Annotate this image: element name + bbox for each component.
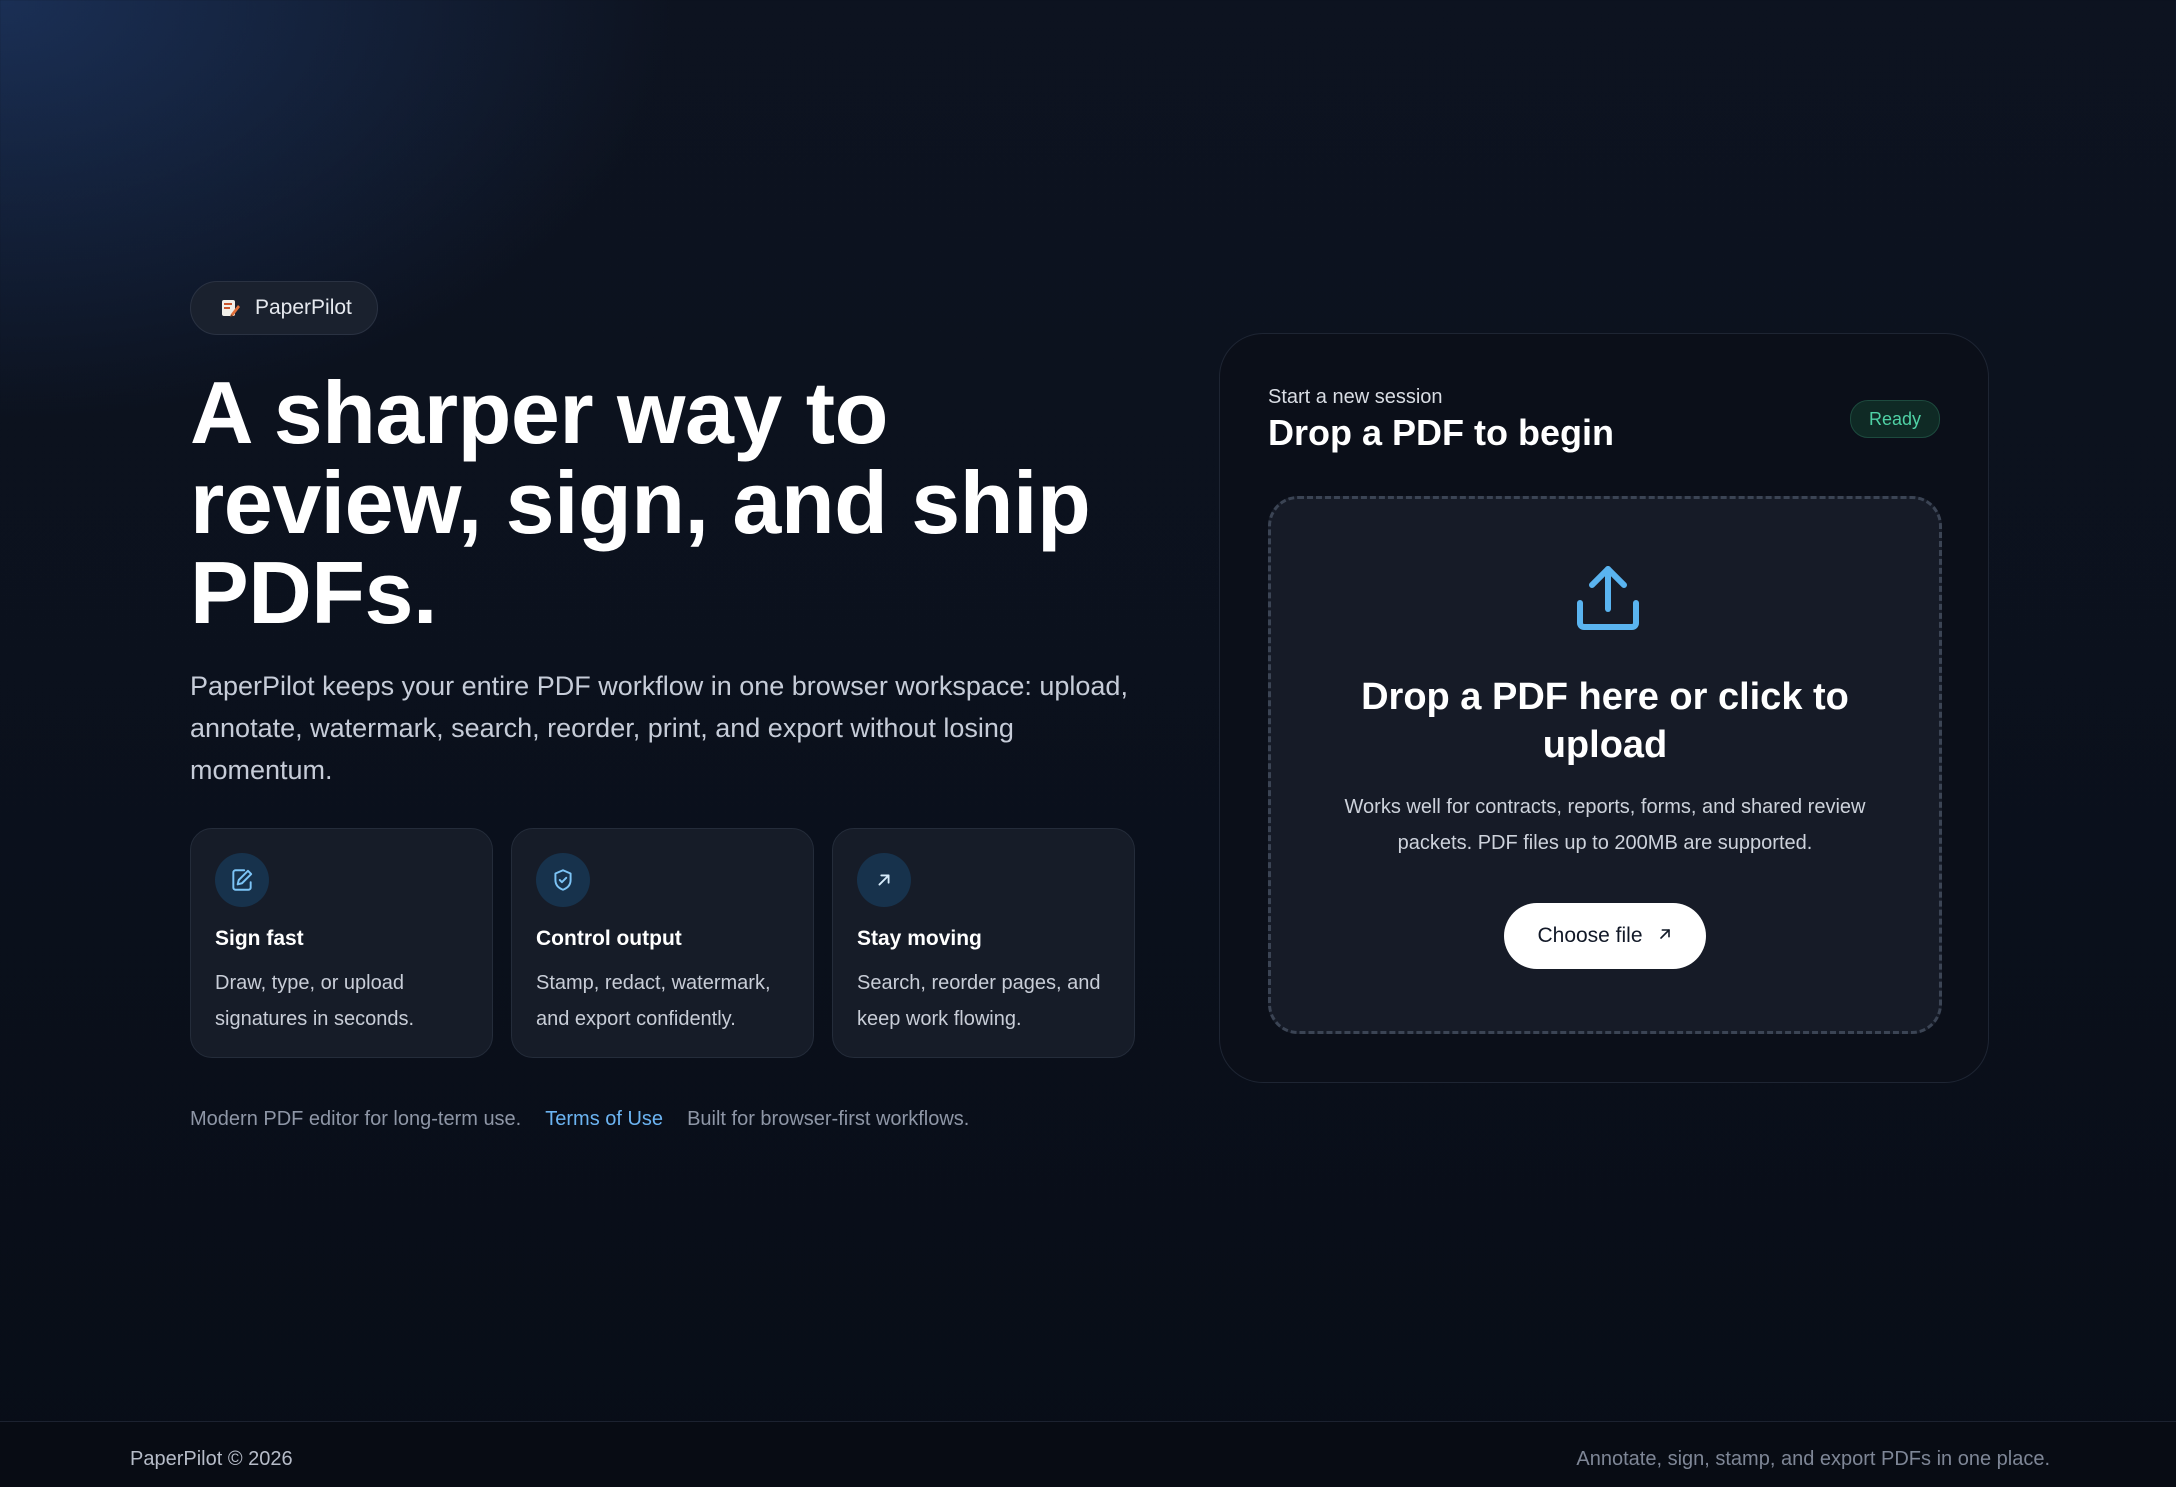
card-title: Drop a PDF to begin — [1268, 412, 1614, 453]
card-eyebrow: Start a new session — [1268, 386, 1443, 408]
hero-footnote: Modern PDF editor for long-term use. Ter… — [190, 1108, 969, 1131]
feature-card-stay-moving: Stay moving Search, reorder pages, and k… — [832, 828, 1135, 1058]
drop-zone-title: Drop a PDF here or click to upload — [1361, 676, 1849, 766]
status-badge: Ready — [1849, 400, 1940, 438]
signature-edit-icon — [215, 853, 269, 907]
terms-of-use-link[interactable]: Terms of Use — [545, 1108, 663, 1131]
hero-title: A sharper way to review, sign, and ship … — [190, 363, 1091, 642]
feature-text: Search, reorder pages, and keep work flo… — [857, 972, 1101, 1030]
paperpilot-logo-icon — [219, 297, 241, 319]
pdf-drop-zone[interactable]: Drop a PDF here or click to upload Works… — [1268, 496, 1942, 1034]
feature-text: Stamp, redact, watermark, and export con… — [536, 972, 771, 1030]
feature-card-control-output: Control output Stamp, redact, watermark,… — [511, 828, 814, 1058]
hero-description: PaperPilot keeps your entire PDF workflo… — [190, 671, 1128, 785]
feature-card-sign-fast: Sign fast Draw, type, or upload signatur… — [190, 828, 493, 1058]
footnote-text: Built for browser-first workflows. — [687, 1108, 970, 1130]
feature-text: Draw, type, or upload signatures in seco… — [215, 972, 415, 1030]
upload-icon — [1568, 559, 1648, 639]
brand-name: PaperPilot — [255, 296, 352, 319]
feature-title: Stay moving — [857, 927, 982, 950]
footnote-text: Modern PDF editor for long-term use. — [190, 1108, 522, 1130]
arrow-up-right-icon — [857, 853, 911, 907]
footer-tagline: Annotate, sign, stamp, and export PDFs i… — [1576, 1448, 2050, 1470]
drop-zone-description: Works well for contracts, reports, forms… — [1344, 796, 1866, 854]
arrow-up-right-icon — [1657, 924, 1673, 948]
feature-list: Sign fast Draw, type, or upload signatur… — [190, 828, 1135, 1058]
site-footer: PaperPilot © 2026 Annotate, sign, stamp,… — [0, 1421, 2176, 1487]
upload-card: Start a new session Drop a PDF to begin … — [1219, 333, 1989, 1083]
feature-title: Sign fast — [215, 927, 304, 950]
choose-file-label: Choose file — [1537, 924, 1643, 947]
choose-file-button[interactable]: Choose file — [1504, 903, 1706, 969]
brand-pill[interactable]: PaperPilot — [190, 281, 378, 335]
footer-copyright: PaperPilot © 2026 — [130, 1448, 293, 1470]
shield-check-icon — [536, 853, 590, 907]
feature-title: Control output — [536, 927, 682, 950]
